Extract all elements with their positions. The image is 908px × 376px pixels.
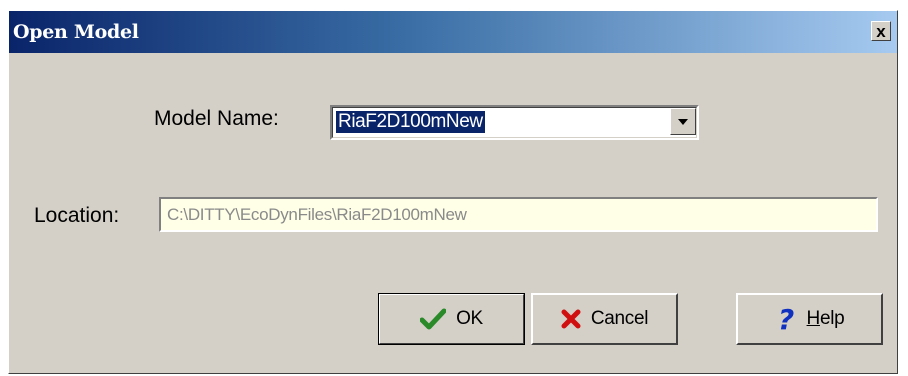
close-button[interactable]: x — [871, 21, 891, 41]
help-button[interactable]: ? Help — [736, 293, 883, 345]
help-label: Help — [807, 308, 845, 330]
ok-label: OK — [456, 308, 483, 329]
checkmark-icon — [420, 308, 447, 330]
location-label: Location: — [34, 204, 120, 227]
question-mark-icon: ? — [775, 305, 797, 333]
help-label-rest: elp — [819, 308, 845, 329]
svg-text:?: ? — [778, 305, 794, 333]
red-x-icon — [561, 309, 581, 329]
cancel-label: Cancel — [590, 308, 649, 329]
ok-button[interactable]: OK — [378, 293, 525, 345]
close-icon: x — [876, 21, 886, 41]
location-field[interactable]: C:\DITTY\EcoDynFiles\RiaF2D100mNew — [159, 197, 878, 232]
model-name-selected-value[interactable]: RiaF2D100mNew — [336, 111, 485, 133]
dropdown-button[interactable] — [670, 108, 696, 135]
title-bar[interactable]: Open Model x — [9, 11, 897, 53]
model-name-combobox[interactable]: RiaF2D100mNew — [330, 105, 699, 140]
dialog-title: Open Model — [13, 21, 139, 43]
location-value: C:\DITTY\EcoDynFiles\RiaF2D100mNew — [167, 205, 467, 224]
chevron-down-icon — [678, 118, 688, 125]
model-name-label: Model Name: — [154, 107, 279, 130]
cancel-button[interactable]: Cancel — [531, 293, 678, 345]
open-model-dialog: Open Model x Model Name: RiaF2D100mNew L… — [8, 10, 898, 374]
help-label-accelerator: H — [806, 308, 821, 329]
